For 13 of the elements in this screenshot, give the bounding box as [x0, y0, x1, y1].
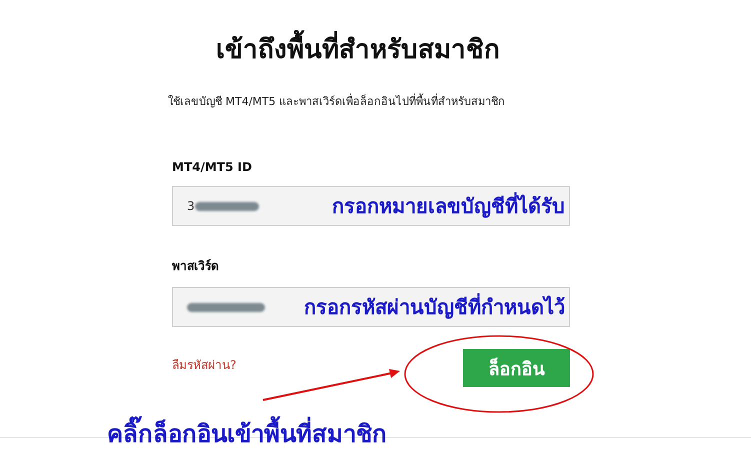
- annotation-text: กรอกรหัสผ่านบัญชีที่กำหนดไว้: [304, 291, 565, 323]
- input-field[interactable]: 3 กรอกหมายเลขบัญชีที่ได้รับ: [172, 186, 570, 226]
- field-label: พาสเวิร์ด: [172, 258, 220, 275]
- input-field[interactable]: กรอกรหัสผ่านบัญชีที่กำหนดไว้: [172, 287, 570, 327]
- subtitle: ใช้เลขบัญชี MT4/MT5 และพาสเวิร์ดเพื่อล็อกอินไปที่พื้นที่สำหรับสมาชิก: [168, 92, 506, 110]
- redaction-icon: [194, 202, 259, 210]
- annotation-text: กรอกหมายเลขบัญชีที่ได้รับ: [332, 190, 565, 222]
- forgot-password-link[interactable]: ลืมรหัสผ่าน?: [172, 354, 236, 374]
- redaction-icon: [187, 302, 265, 312]
- page-title: เข้าถึงพื้นที่สำหรับสมาชิก: [216, 28, 592, 72]
- arrow-icon: [262, 369, 400, 401]
- field-label: MT4/MT5 ID: [172, 160, 253, 174]
- callout-text: คลิ๊กล็อกอินเข้าพื้นที่สมาชิก: [107, 414, 387, 453]
